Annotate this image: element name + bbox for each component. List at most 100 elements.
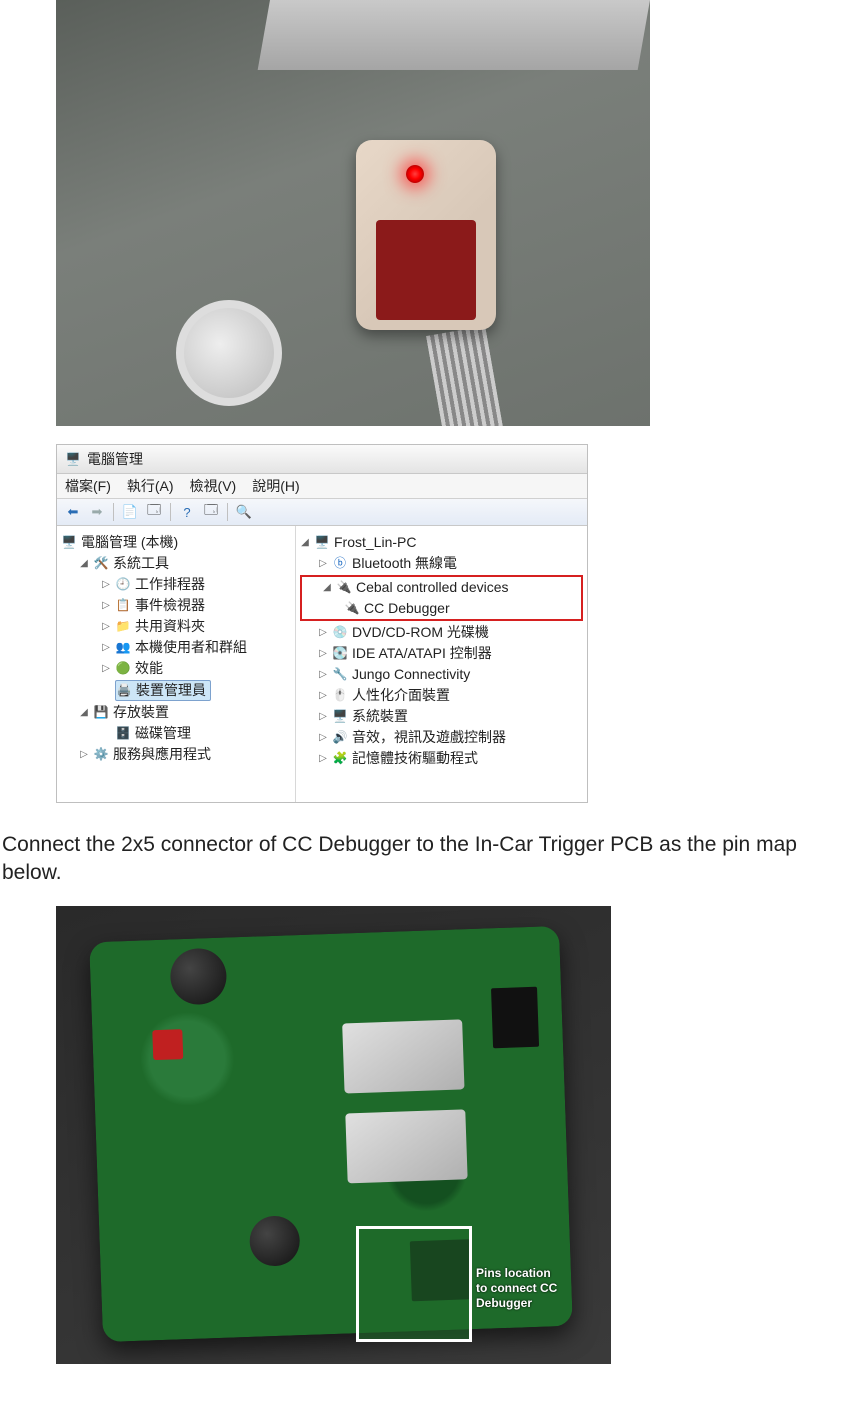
tree-label: 人性化介面裝置	[352, 686, 450, 705]
rf-shield-shape	[342, 1019, 464, 1093]
system-icon: 🖥️	[332, 709, 348, 725]
hid-icon: 🖱️	[332, 688, 348, 704]
toolbar-separator	[113, 503, 114, 521]
tree-label: 服務與應用程式	[113, 745, 211, 764]
folder-share-icon: 📁	[115, 619, 131, 635]
window-titlebar: 🖥️ 電腦管理	[57, 445, 587, 474]
device-ide[interactable]: ▷ 💽 IDE ATA/ATAPI 控制器	[300, 643, 583, 664]
folder-up-icon[interactable]: 📄	[120, 502, 140, 522]
expand-icon[interactable]: ▷	[318, 686, 328, 705]
memory-icon: 🧩	[332, 751, 348, 767]
expand-icon[interactable]: ◢	[79, 554, 89, 573]
tree-label: 存放裝置	[113, 703, 169, 722]
jungo-icon: 🔧	[332, 667, 348, 683]
expand-icon[interactable]: ◢	[300, 533, 310, 552]
expand-icon[interactable]: ◢	[322, 578, 332, 597]
bluetooth-icon: ⓑ	[332, 556, 348, 572]
back-button[interactable]: ⬅	[63, 502, 83, 522]
help-icon[interactable]: ?	[177, 502, 197, 522]
storage-icon: 💾	[93, 705, 109, 721]
expand-icon[interactable]: ▷	[79, 745, 89, 764]
tree-label: 音效，視訊及遊戲控制器	[352, 728, 506, 747]
menu-action[interactable]: 執行(A)	[127, 476, 174, 496]
tree-system-tools[interactable]: ◢ 🛠️ 系統工具	[61, 553, 291, 574]
tree-device-manager[interactable]: 🖨️ 裝置管理員	[61, 679, 291, 702]
expand-icon[interactable]: ◢	[79, 703, 89, 722]
menu-file[interactable]: 檔案(F)	[65, 476, 111, 496]
expand-icon[interactable]: ▷	[318, 644, 328, 663]
tree-label: 系統工具	[113, 554, 169, 573]
tree-label: 裝置管理員	[136, 681, 206, 700]
properties-icon[interactable]: 🗔	[144, 502, 164, 522]
device-cc-debugger[interactable]: 🔌 CC Debugger	[304, 598, 579, 619]
usb-icon: 🔌	[336, 580, 352, 596]
device-system[interactable]: ▷ 🖥️ 系統裝置	[300, 706, 583, 727]
tools-icon: 🛠️	[93, 556, 109, 572]
tree-storage[interactable]: ◢ 💾 存放裝置	[61, 702, 291, 723]
tree-label: 事件檢視器	[135, 596, 205, 615]
left-tree-pane: 🖥️ 電腦管理 (本機) ◢ 🛠️ 系統工具 ▷ 🕘 工作排程器 ▷ 📋 事件檢…	[57, 526, 296, 802]
tree-task-scheduler[interactable]: ▷ 🕘 工作排程器	[61, 574, 291, 595]
perf-icon: 🟢	[115, 661, 131, 677]
tree-label: Frost_Lin-PC	[334, 533, 416, 552]
expand-icon[interactable]: ▷	[318, 554, 328, 573]
menu-bar[interactable]: 檔案(F) 執行(A) 檢視(V) 說明(H)	[57, 474, 587, 499]
pc-icon: 🖥️	[314, 535, 330, 551]
tree-shared-folders[interactable]: ▷ 📁 共用資料夾	[61, 616, 291, 637]
dvd-icon: 💿	[332, 625, 348, 641]
panel-icon[interactable]: 🗔	[201, 502, 221, 522]
scan-icon[interactable]: 🔍	[234, 502, 254, 522]
device-hid[interactable]: ▷ 🖱️ 人性化介面裝置	[300, 685, 583, 706]
tree-label: 工作排程器	[135, 575, 205, 594]
tree-label: 記憶體技術驅動程式	[352, 749, 478, 768]
device-memory[interactable]: ▷ 🧩 記憶體技術驅動程式	[300, 748, 583, 769]
tree-label: IDE ATA/ATAPI 控制器	[352, 644, 492, 663]
ide-icon: 💽	[332, 646, 348, 662]
device-bluetooth[interactable]: ▷ ⓑ Bluetooth 無線電	[300, 553, 583, 574]
tree-services-apps[interactable]: ▷ ⚙️ 服務與應用程式	[61, 744, 291, 765]
expand-icon[interactable]: ▷	[101, 617, 111, 636]
expand-icon[interactable]: ▷	[318, 749, 328, 768]
tree-root[interactable]: 🖥️ 電腦管理 (本機)	[61, 532, 291, 553]
photo-cc-debugger	[56, 0, 650, 426]
event-icon: 📋	[115, 598, 131, 614]
computer-icon: 🖥️	[61, 535, 77, 551]
tree-event-viewer[interactable]: ▷ 📋 事件檢視器	[61, 595, 291, 616]
toolbar-separator	[227, 503, 228, 521]
ribbon-cable-shape	[426, 326, 506, 426]
capacitor-shape	[169, 947, 227, 1005]
menu-help[interactable]: 說明(H)	[252, 476, 299, 496]
tree-label: 磁碟管理	[135, 724, 191, 743]
expand-icon[interactable]: ▷	[318, 623, 328, 642]
tree-performance[interactable]: ▷ 🟢 效能	[61, 658, 291, 679]
expand-icon[interactable]: ▷	[101, 659, 111, 678]
device-dvd[interactable]: ▷ 💿 DVD/CD-ROM 光碟機	[300, 622, 583, 643]
instruction-text: Connect the 2x5 connector of CC Debugger…	[0, 831, 851, 888]
device-root[interactable]: ◢ 🖥️ Frost_Lin-PC	[300, 532, 583, 553]
users-icon: 👥	[115, 640, 131, 656]
expand-icon[interactable]: ▷	[101, 638, 111, 657]
toolbar-separator	[170, 503, 171, 521]
device-jungo[interactable]: ▷ 🔧 Jungo Connectivity	[300, 664, 583, 685]
expand-icon[interactable]: ▷	[318, 728, 328, 747]
forward-button[interactable]: ➡	[87, 502, 107, 522]
expand-icon[interactable]: ▷	[318, 665, 328, 684]
tree-label: Cebal controlled devices	[356, 578, 509, 597]
pin-label-line2: to connect CC Debugger	[476, 1281, 611, 1311]
tree-label: 電腦管理 (本機)	[81, 533, 178, 552]
expand-icon[interactable]: ▷	[101, 596, 111, 615]
tree-disk-mgmt[interactable]: 🗄️ 磁碟管理	[61, 723, 291, 744]
pin-location-label: Pins location to connect CC Debugger	[476, 1266, 611, 1311]
tree-local-users[interactable]: ▷ 👥 本機使用者和群組	[61, 637, 291, 658]
disk-icon: 🗄️	[115, 726, 131, 742]
menu-view[interactable]: 檢視(V)	[190, 476, 237, 496]
window-title: 電腦管理	[87, 449, 143, 469]
device-cebal[interactable]: ◢ 🔌 Cebal controlled devices	[304, 577, 579, 598]
photo-pcb: Pins location to connect CC Debugger	[56, 906, 611, 1364]
device-sound[interactable]: ▷ 🔊 音效，視訊及遊戲控制器	[300, 727, 583, 748]
expand-icon[interactable]: ▷	[101, 575, 111, 594]
debugger-case-shape	[356, 140, 496, 330]
services-icon: ⚙️	[93, 747, 109, 763]
computer-management-window: 🖥️ 電腦管理 檔案(F) 執行(A) 檢視(V) 說明(H) ⬅ ➡ 📄 🗔 …	[56, 444, 588, 803]
expand-icon[interactable]: ▷	[318, 707, 328, 726]
